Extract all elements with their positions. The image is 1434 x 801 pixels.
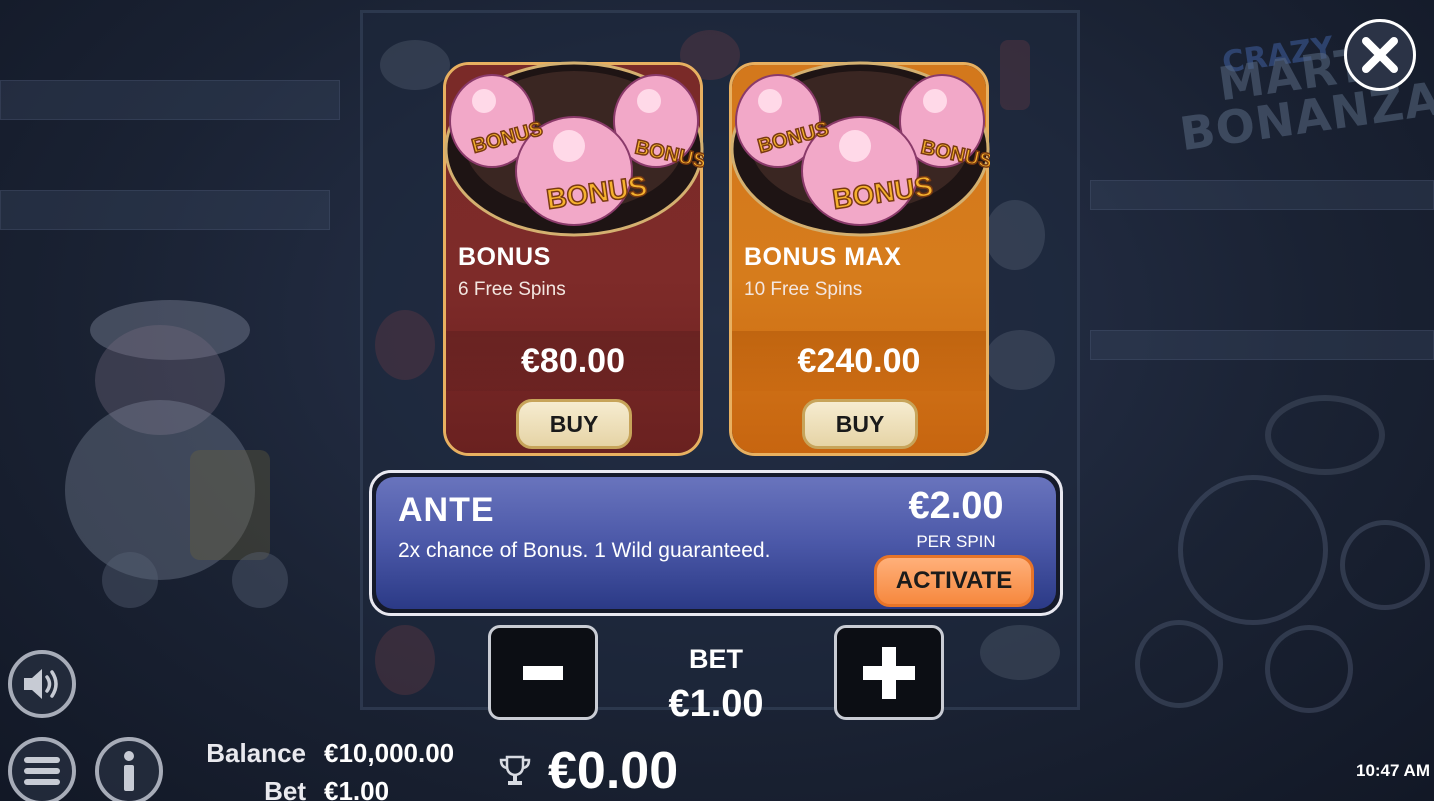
balance-value: €10,000.00 (324, 738, 455, 768)
spin-ghost-icon (1178, 475, 1328, 625)
ante-price: €2.00 (908, 485, 1004, 527)
bonus-max-price: €240.00 (732, 331, 986, 391)
status-clock: 10:47 AM (1355, 761, 1430, 780)
footer-bet-label: Bet (264, 776, 306, 801)
close-icon (1362, 37, 1398, 73)
menu-button[interactable] (8, 737, 76, 801)
bet-decrease-button[interactable] (488, 625, 598, 720)
turbo-ghost-icon (1135, 620, 1223, 708)
ante-panel: ANTE 2x chance of Bonus. 1 Wild guarante… (369, 470, 1063, 616)
ante-activate-button[interactable]: ACTIVATE (874, 555, 1034, 607)
bonus-chicken-art: BONUS BONUS BONUS (444, 61, 704, 237)
bonus-buy-card: €80.00 BONUS 6 Free Spins BONUS BONUS BO… (443, 61, 704, 456)
sound-button[interactable] (8, 650, 76, 718)
xpress-ghost-icon (1265, 395, 1385, 475)
speaker-icon (24, 669, 58, 699)
bonus-price: €80.00 (446, 331, 700, 391)
ante-description: 2x chance of Bonus. 1 Wild guaranteed. (398, 539, 771, 562)
info-icon (124, 751, 134, 791)
info-button[interactable] (95, 737, 163, 801)
minus-icon (523, 665, 563, 680)
bet-label: BET (689, 644, 743, 674)
ante-per-spin: PER SPIN (916, 532, 996, 551)
plus-icon (863, 646, 915, 699)
ante-title: ANTE (398, 491, 495, 529)
mascot-illustration (65, 300, 288, 608)
bonus-subtitle: 6 Free Spins (458, 279, 566, 300)
bonus-max-buy-button[interactable]: BUY (802, 399, 918, 449)
bonus-buy-button[interactable]: BUY (516, 399, 632, 449)
balance-label: Balance (206, 738, 306, 768)
menu-icon (24, 757, 60, 785)
autoplay-ghost-icon (1265, 625, 1353, 713)
close-button[interactable] (1344, 19, 1416, 91)
coins-ghost-icon (1340, 520, 1430, 610)
win-amount: €0.00 (548, 742, 679, 800)
bet-value: €1.00 (668, 683, 764, 725)
bonus-max-subtitle: 10 Free Spins (744, 279, 863, 300)
bonus-max-buy-card: €240.00 BONUS MAX 10 Free Spins BONUS BO… (729, 61, 990, 456)
trophy-icon (499, 755, 531, 785)
bonus-max-title: BONUS MAX (744, 243, 902, 271)
footer-bet-value: €1.00 (324, 776, 390, 801)
bonus-title: BONUS (458, 243, 551, 271)
game-background: CRAZY MART BONANZA (0, 0, 1434, 801)
bonus-max-chicken-art: BONUS BONUS BONUS (730, 61, 990, 237)
bet-increase-button[interactable] (834, 625, 944, 720)
